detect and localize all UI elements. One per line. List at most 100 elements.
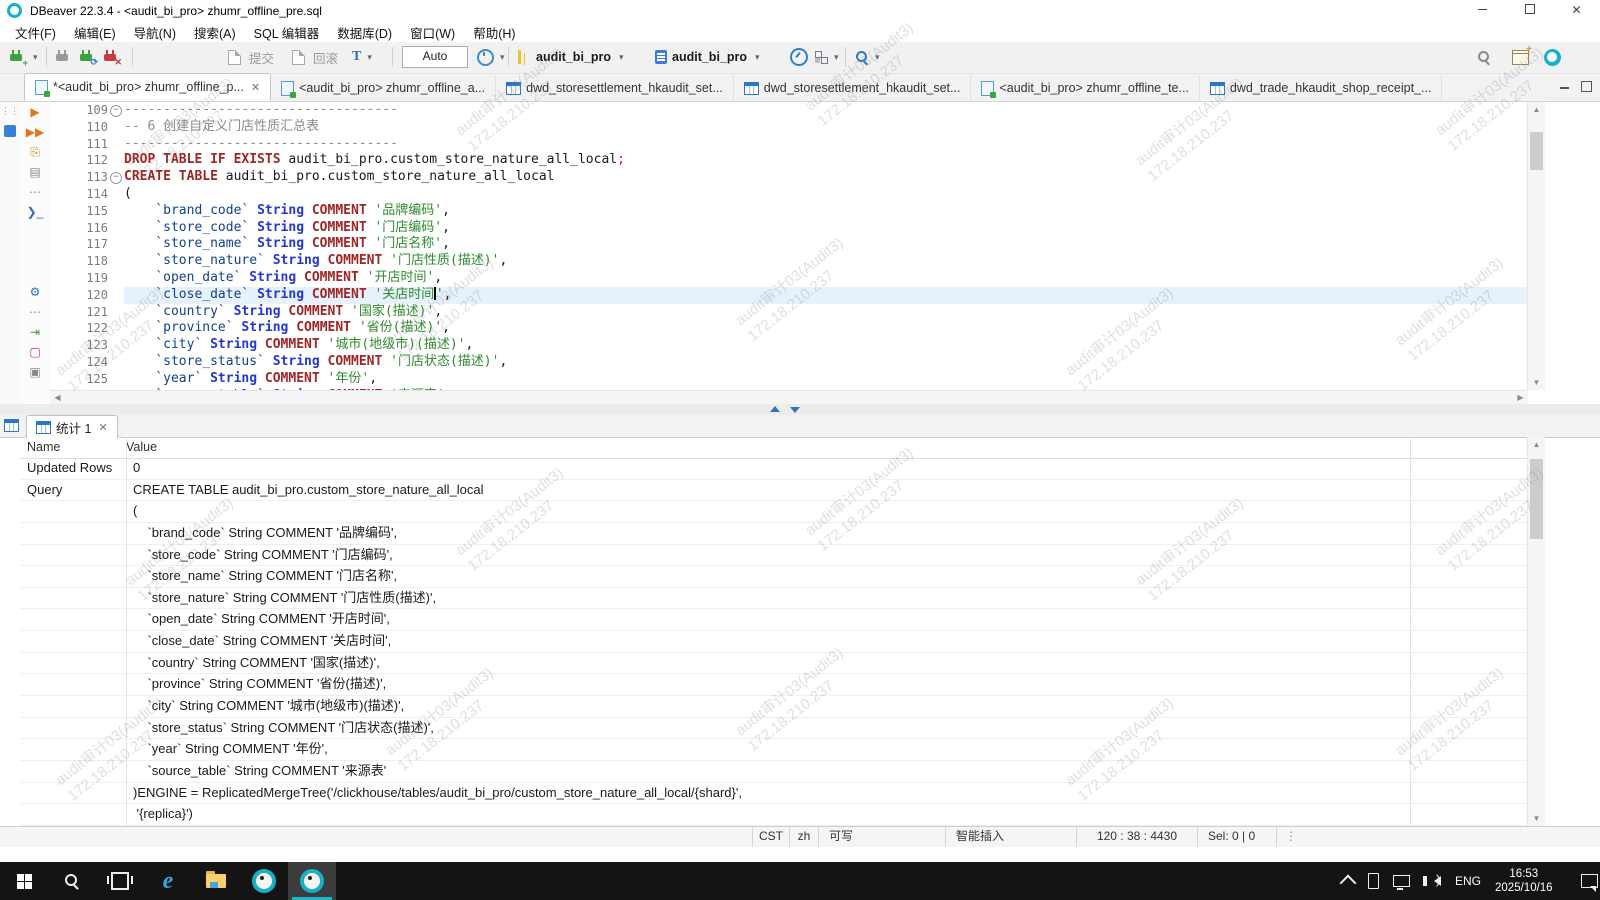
table-row[interactable]: `store_code` String COMMENT '门店编码', (20, 545, 1528, 567)
dbeaver-perspective-button[interactable] (1544, 42, 1561, 72)
db-search-button[interactable]: ▾ (855, 42, 880, 72)
grid-vertical-scrollbar[interactable]: ▲ ▼ (1527, 437, 1545, 826)
column-header-name[interactable]: Name (27, 440, 60, 454)
explain-plan-icon[interactable]: ⎘ (20, 142, 50, 162)
scroll-up-icon[interactable]: ▲ (1528, 437, 1545, 452)
close-button[interactable]: ✕ (1553, 0, 1600, 22)
network-icon[interactable] (1393, 875, 1410, 890)
scroll-right-icon[interactable]: ▶ (1513, 391, 1528, 405)
minimize-panel-icon[interactable] (790, 407, 800, 413)
menu-item[interactable]: 数据库(D) (328, 21, 401, 44)
maximize-editor-icon[interactable] (1581, 79, 1595, 92)
chevron-down-icon[interactable]: ▾ (33, 52, 38, 63)
fold-marker-icon[interactable]: − (110, 105, 122, 117)
editor-tab[interactable]: dwd_trade_hkaudit_shop_receipt_... (1199, 75, 1443, 101)
open-console-icon[interactable]: ❯_ (20, 202, 50, 222)
table-row[interactable]: )ENGINE = ReplicatedMergeTree('/clickhou… (20, 783, 1528, 805)
start-button[interactable] (0, 862, 48, 900)
more-actions-icon[interactable]: ⋯ (20, 302, 50, 322)
execute-statement-icon[interactable]: ▶ (20, 102, 50, 122)
menu-item[interactable]: 文件(F) (6, 21, 65, 44)
task-view-button[interactable] (96, 862, 144, 900)
schema-selector[interactable]: audit_bi_pro ▾ (655, 42, 760, 72)
table-row[interactable]: `open_date` String COMMENT '开店时间', (20, 609, 1528, 632)
editor-tab[interactable]: dwd_storesettlement_hkaudit_set... (733, 75, 972, 101)
commit-button[interactable]: 提交 (228, 42, 274, 72)
table-row[interactable]: '{replica}') (20, 804, 1528, 826)
export-file-icon[interactable]: ⇥ (20, 322, 50, 342)
editor-tab[interactable]: dwd_storesettlement_hkaudit_set... (496, 75, 734, 101)
scroll-down-icon[interactable]: ▼ (1528, 375, 1545, 390)
menu-item[interactable]: 搜索(A) (185, 21, 245, 44)
menu-item[interactable]: 编辑(E) (65, 21, 125, 44)
panel-splitter[interactable] (0, 404, 1600, 415)
close-icon[interactable]: ✕ (98, 421, 107, 434)
table-row[interactable]: `city` String COMMENT '城市(地级市)(描述)', (20, 696, 1528, 718)
taskbar-search-button[interactable] (48, 862, 96, 900)
grid-icon[interactable] (4, 419, 19, 432)
editor-vertical-scrollbar[interactable]: ▲ ▼ (1527, 102, 1545, 390)
scrollbar-thumb[interactable] (1530, 132, 1543, 170)
quick-search-button[interactable] (1477, 42, 1491, 72)
file-explorer-button[interactable] (192, 862, 240, 900)
tray-expand-icon[interactable] (1339, 874, 1357, 892)
minimize-button[interactable] (1459, 0, 1506, 22)
connect-icon[interactable] (56, 49, 70, 65)
er-diagram-button[interactable]: ▾ (815, 42, 839, 72)
dbeaver-taskbar-button[interactable] (240, 862, 288, 900)
editor-tab[interactable]: <audit_bi_pro> zhumr_offline_a... (271, 75, 497, 101)
restore-button[interactable] (1506, 0, 1553, 22)
table-row[interactable]: `store_nature` String COMMENT '门店性质(描述)'… (20, 588, 1528, 610)
copy-icon[interactable]: ▤ (20, 162, 50, 182)
statistics-tab[interactable]: 统计 1 ✕ (26, 415, 118, 438)
menu-item[interactable]: 窗口(W) (401, 21, 464, 44)
transaction-log-button[interactable]: ▾ (477, 42, 505, 72)
table-row[interactable]: `store_status` String COMMENT '门店状态(描述)'… (20, 718, 1528, 740)
settings-gear-icon[interactable]: ⚙ (20, 282, 50, 302)
more-actions-icon[interactable]: ⋯ (20, 182, 50, 202)
commit-mode-combo[interactable]: Auto (402, 46, 468, 68)
usb-icon[interactable] (1368, 873, 1379, 889)
perspective-button[interactable] (1512, 42, 1532, 72)
table-row[interactable]: Updated Rows 0 (20, 458, 1528, 480)
disconnect-icon[interactable]: ✕ (104, 49, 122, 67)
editor-tab[interactable]: *<audit_bi_pro> zhumr_offline_p... ✕ (24, 73, 272, 101)
dashboard-button[interactable] (790, 42, 808, 72)
reconnect-icon[interactable]: ⟳ (80, 49, 98, 67)
scroll-up-icon[interactable]: ▲ (1528, 102, 1545, 117)
table-row[interactable]: ( (20, 501, 1528, 523)
rollback-button[interactable]: 回滚 (292, 42, 338, 72)
status-overflow-icon[interactable]: ⋮ (1276, 827, 1305, 847)
table-row[interactable]: `store_name` String COMMENT '门店名称', (20, 566, 1528, 588)
table-row[interactable]: `source_table` String COMMENT '来源表' (20, 761, 1528, 783)
language-indicator[interactable]: ENG (1455, 874, 1481, 888)
code-area[interactable]: 109− ----------------------------------- 1… (50, 102, 1528, 390)
transaction-mode-button[interactable]: T ▾ (352, 42, 372, 72)
table-row[interactable]: `province` String COMMENT '省份(描述)', (20, 674, 1528, 697)
editor-tab[interactable]: <audit_bi_pro> zhumr_offline_te... (971, 75, 1200, 101)
column-header-value[interactable]: Value (126, 440, 157, 454)
close-icon[interactable]: ✕ (251, 81, 260, 94)
database-navigator-icon[interactable] (4, 125, 16, 137)
execute-script-icon[interactable]: ▶▶ (20, 122, 50, 142)
file-icon[interactable]: ▣ (20, 362, 50, 382)
scroll-left-icon[interactable]: ◀ (50, 391, 65, 405)
minimize-editor-icon[interactable] (1560, 87, 1569, 89)
table-row[interactable]: `year` String COMMENT '年份', (20, 739, 1528, 761)
volume-icon[interactable] (1423, 872, 1441, 887)
database-selector[interactable]: audit_bi_pro ▾ (518, 42, 624, 72)
restore-panel-icon[interactable] (770, 406, 780, 412)
unsaved-file-icon[interactable]: ▢ (20, 342, 50, 362)
menu-item[interactable]: 帮助(H) (464, 21, 524, 44)
table-row[interactable]: Query CREATE TABLE audit_bi_pro.custom_st… (20, 480, 1528, 502)
new-connection-icon[interactable]: + (10, 49, 28, 68)
fold-marker-icon[interactable]: − (110, 172, 122, 185)
notification-center-icon[interactable] (1580, 874, 1598, 892)
table-row[interactable]: `brand_code` String COMMENT '品牌编码', (20, 523, 1528, 545)
dbeaver-taskbar-button-active[interactable] (288, 862, 336, 900)
taskbar-clock[interactable]: 16:53 2025/10/16 (1495, 867, 1553, 895)
table-row[interactable]: `close_date` String COMMENT '关店时间', (20, 631, 1528, 653)
scrollbar-thumb[interactable] (1530, 459, 1543, 539)
grid-body[interactable]: Updated Rows 0 Query CREATE TABLE audit_bi_… (20, 458, 1528, 826)
menu-item[interactable]: 导航(N) (125, 21, 185, 44)
